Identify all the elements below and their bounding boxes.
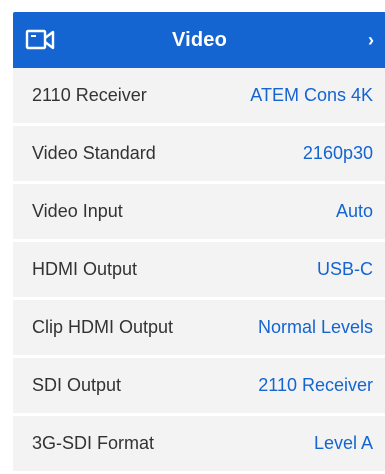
setting-label: Video Input [32, 201, 123, 221]
setting-label: 2110 Receiver [32, 85, 147, 105]
setting-row-sdi-output[interactable]: SDI Output 2110 Receiver [13, 358, 385, 416]
setting-value[interactable]: USB-C [317, 242, 373, 297]
setting-value[interactable]: 2160p30 [303, 126, 373, 181]
header-title: Video [171, 29, 228, 51]
video-settings-panel: Video › 2110 Receiver ATEM Cons 4K Video… [13, 12, 385, 474]
setting-value[interactable]: Normal Levels [258, 300, 373, 355]
setting-row-hdmi-output[interactable]: HDMI Output USB-C [13, 242, 385, 300]
setting-label: HDMI Output [32, 259, 138, 279]
setting-label: 3G-SDI Format [32, 433, 155, 453]
setting-value[interactable]: ATEM Cons 4K [250, 68, 373, 123]
setting-label: Video Standard [32, 143, 156, 163]
settings-list: 2110 Receiver ATEM Cons 4K Video Standar… [13, 68, 385, 474]
setting-value[interactable]: Level A [314, 416, 373, 471]
setting-label: Clip HDMI Output [32, 317, 174, 337]
setting-row-3g-sdi-format[interactable]: 3G-SDI Format Level A [13, 416, 385, 474]
setting-row-video-input[interactable]: Video Input Auto [13, 184, 385, 242]
setting-row-video-standard[interactable]: Video Standard 2160p30 [13, 126, 385, 184]
video-header[interactable]: Video › [13, 12, 385, 68]
setting-row-clip-hdmi-output[interactable]: Clip HDMI Output Normal Levels [13, 300, 385, 358]
setting-label: SDI Output [32, 375, 122, 395]
setting-value[interactable]: Auto [336, 184, 373, 239]
setting-row-2110-receiver[interactable]: 2110 Receiver ATEM Cons 4K [13, 68, 385, 126]
chevron-right-icon[interactable]: › [368, 12, 374, 68]
setting-value[interactable]: 2110 Receiver [258, 358, 373, 413]
